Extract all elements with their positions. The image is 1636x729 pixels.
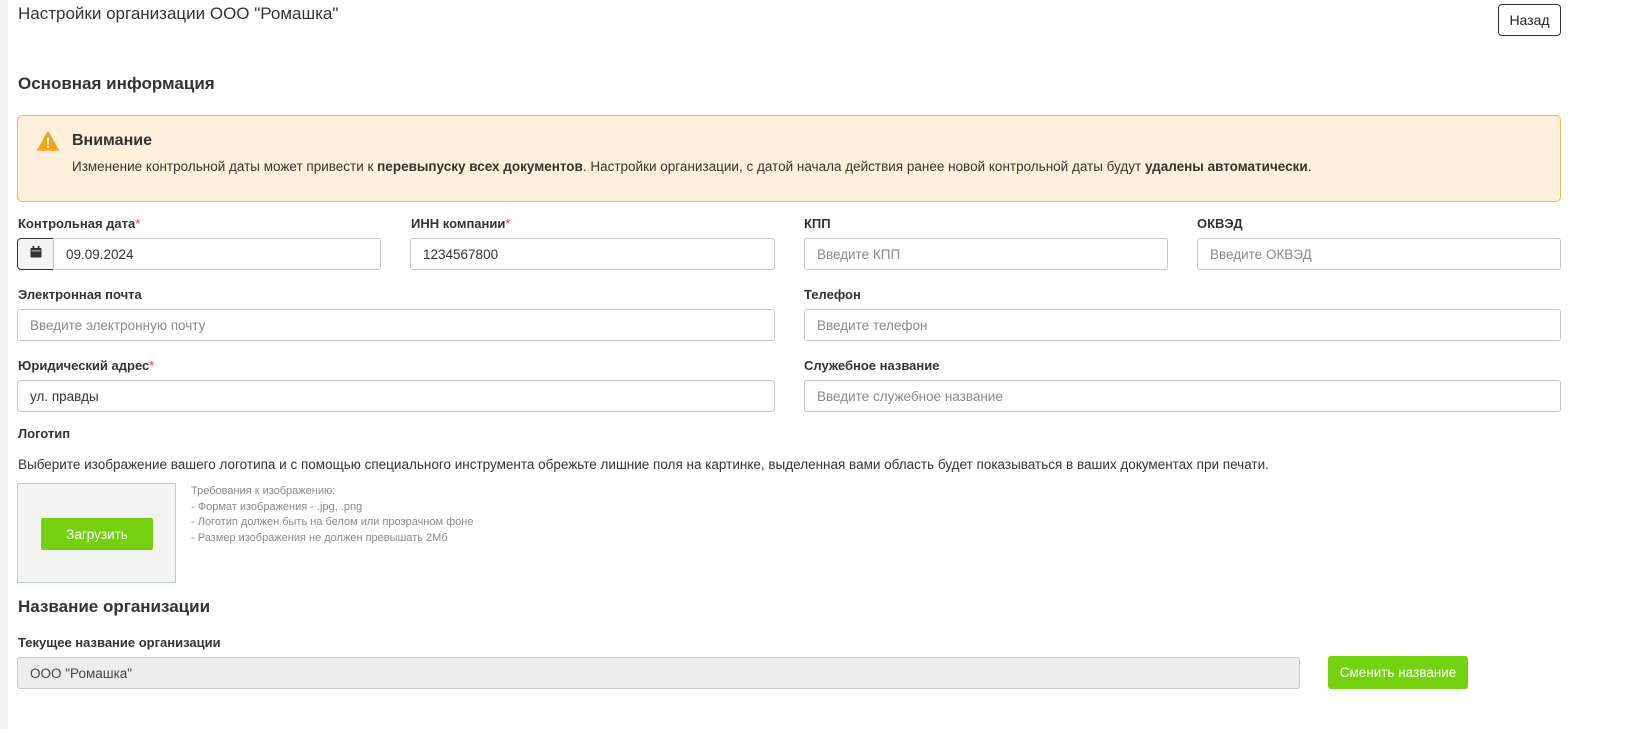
alert-text: Изменение контрольной даты может привест… bbox=[72, 159, 1311, 174]
control-date-label: Контрольная дата* bbox=[18, 216, 140, 231]
kpp-input[interactable] bbox=[804, 238, 1168, 270]
email-input[interactable] bbox=[17, 309, 775, 341]
logo-help-text: Выберите изображение вашего логотипа и с… bbox=[18, 457, 1269, 472]
logo-upload-area: Загрузить bbox=[17, 483, 176, 583]
requirement-line: - Формат изображения - .jpg, .png bbox=[191, 500, 363, 513]
upload-button[interactable]: Загрузить bbox=[41, 518, 153, 550]
service-name-label: Служебное название bbox=[804, 358, 940, 373]
required-mark: * bbox=[149, 358, 155, 373]
alert-text-bold: удалены автоматически bbox=[1145, 159, 1308, 174]
requirement-line: - Размер изображения не должен превышать… bbox=[191, 531, 448, 544]
page-title: Настройки организации ООО "Ромашка" bbox=[18, 4, 339, 23]
left-strip bbox=[0, 0, 8, 729]
requirement-line: - Логотип должен быть на белом или прозр… bbox=[191, 516, 474, 528]
current-org-name-label: Текущее название организации bbox=[18, 635, 221, 650]
logo-label: Логотип bbox=[18, 426, 71, 441]
warning-alert: Внимание Изменение контрольной даты може… bbox=[17, 115, 1561, 202]
inn-input[interactable] bbox=[410, 238, 775, 270]
phone-input[interactable] bbox=[804, 309, 1561, 341]
phone-label: Телефон bbox=[804, 287, 861, 302]
service-name-input[interactable] bbox=[804, 380, 1561, 412]
change-name-button[interactable]: Сменить название bbox=[1328, 656, 1468, 689]
kpp-label: КПП bbox=[804, 216, 831, 231]
email-label: Электронная почта bbox=[18, 287, 142, 302]
alert-text-part: Изменение контрольной даты может привест… bbox=[72, 159, 378, 174]
required-mark: * bbox=[505, 216, 511, 231]
okved-label: ОКВЭД bbox=[1197, 216, 1243, 231]
control-date-label-text: Контрольная дата bbox=[18, 216, 136, 231]
alert-title: Внимание bbox=[72, 132, 152, 149]
calendar-button[interactable] bbox=[17, 238, 54, 270]
legal-address-label: Юридический адрес* bbox=[18, 358, 154, 373]
back-button[interactable]: Назад bbox=[1498, 4, 1561, 36]
inn-label: ИНН компании* bbox=[411, 216, 510, 231]
okved-input[interactable] bbox=[1197, 238, 1561, 270]
calendar-icon bbox=[30, 245, 42, 263]
control-date-input[interactable] bbox=[53, 238, 381, 270]
warning-triangle-icon bbox=[37, 131, 59, 151]
alert-text-bold: перевыпуску всех документов bbox=[377, 159, 583, 174]
alert-text-part: . bbox=[1307, 159, 1312, 174]
requirement-line: Требования к изображению: bbox=[191, 485, 336, 497]
inn-label-text: ИНН компании bbox=[411, 216, 506, 231]
legal-address-input[interactable] bbox=[17, 380, 775, 412]
current-org-name-input bbox=[17, 657, 1300, 689]
section-title-basic-info: Основная информация bbox=[18, 74, 215, 93]
section-title-org-name: Название организации bbox=[18, 597, 211, 616]
image-requirements: Требования к изображению: - Формат изобр… bbox=[191, 484, 473, 546]
required-mark: * bbox=[135, 216, 141, 231]
alert-text-part: . Настройки организации, с датой начала … bbox=[582, 159, 1145, 174]
legal-address-label-text: Юридический адрес bbox=[18, 358, 150, 373]
